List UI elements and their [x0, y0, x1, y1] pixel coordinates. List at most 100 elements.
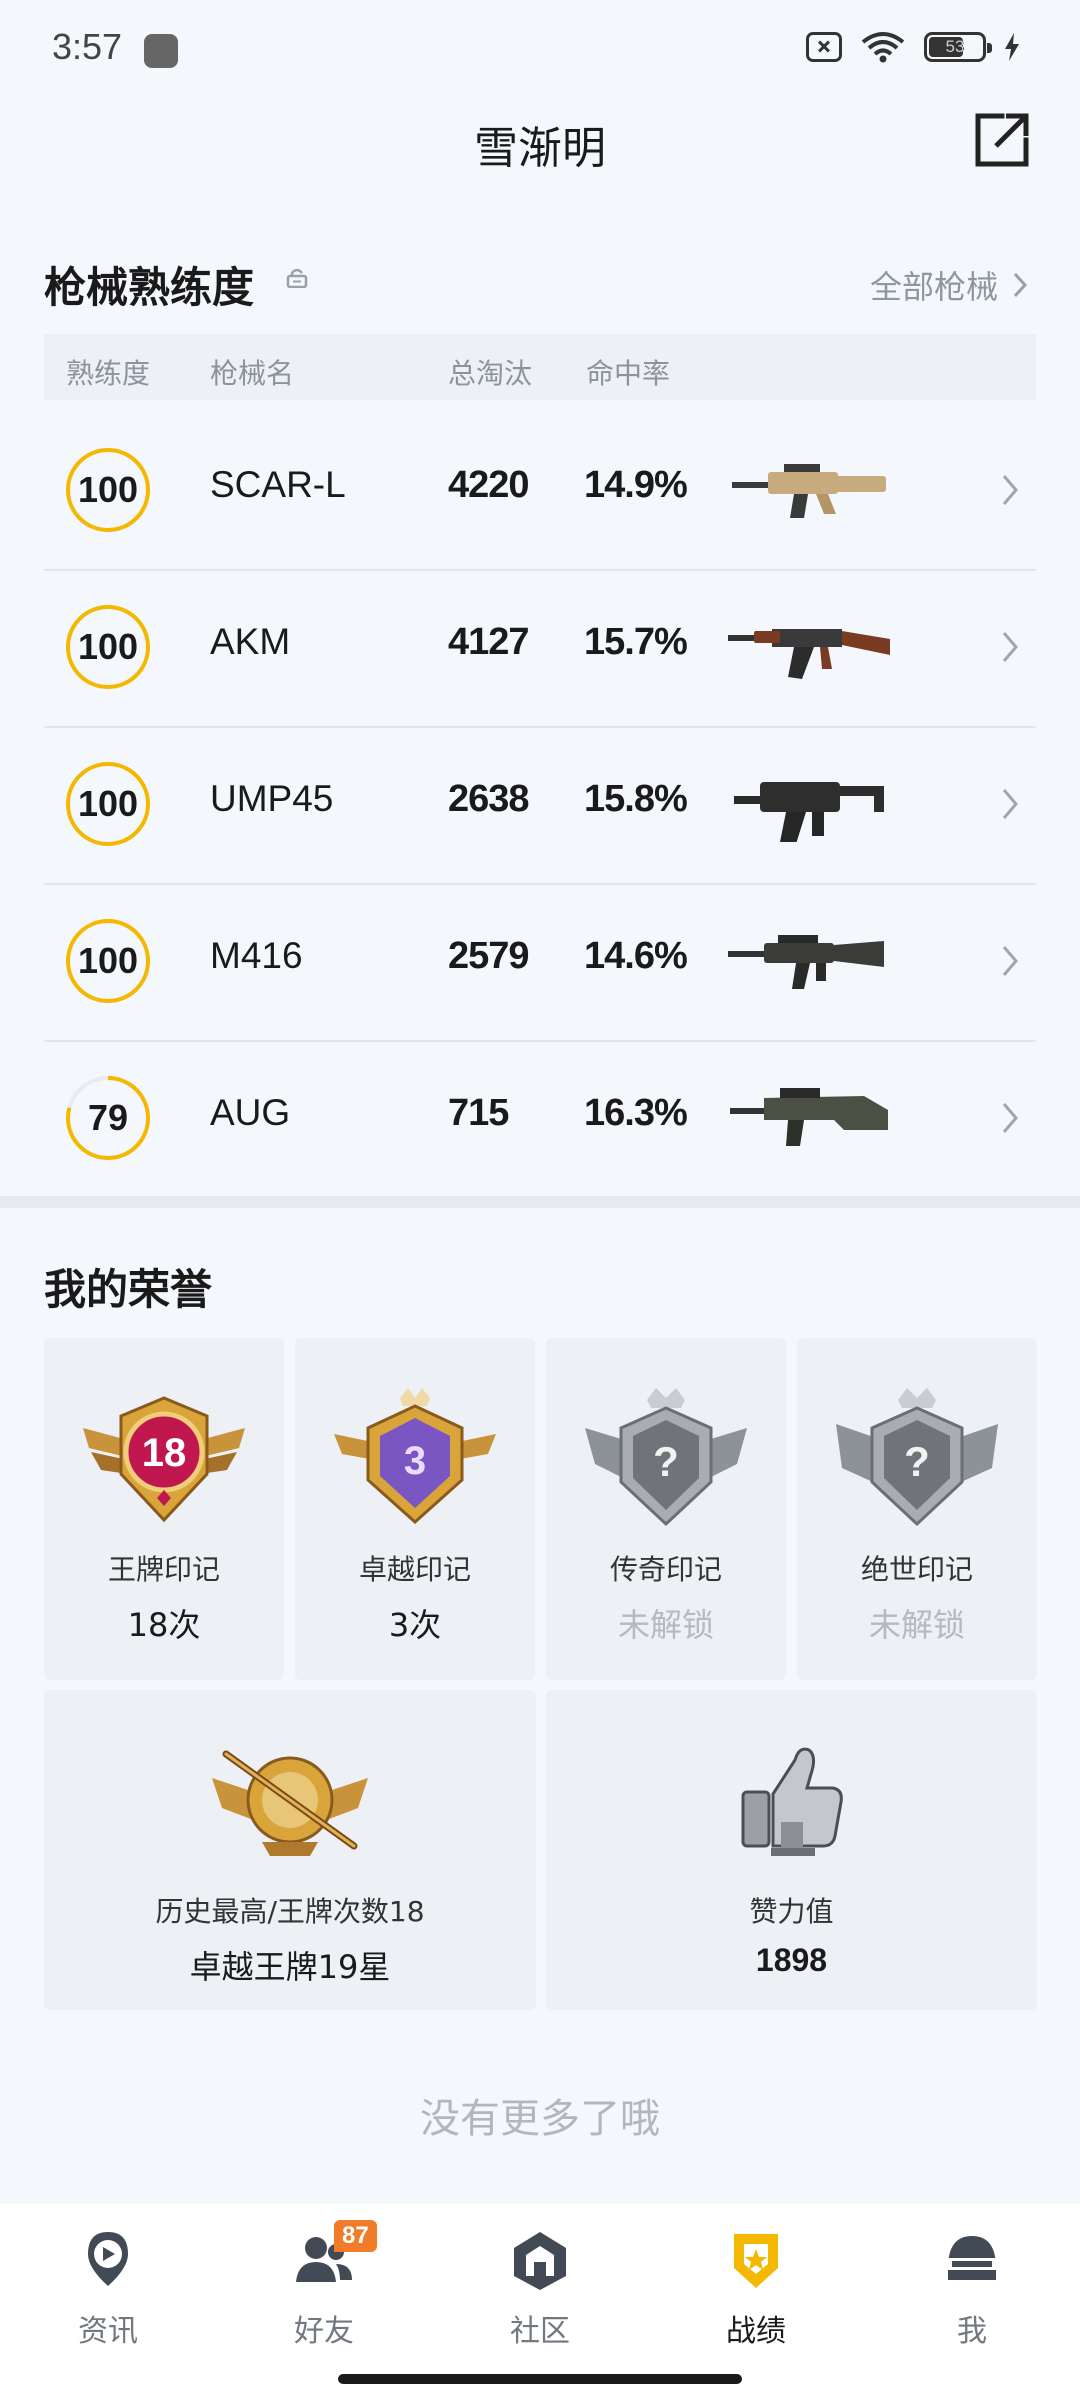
mark-label: 卓越印记	[358, 1553, 471, 1586]
mark-card-peerless[interactable]: ? 绝世印记 未解锁	[797, 1338, 1037, 1680]
mark-value: 3次	[388, 1606, 442, 1644]
hit-rate: 15.8%	[584, 778, 688, 820]
mark-label: 绝世印记	[860, 1553, 973, 1586]
weapon-name: AUG	[210, 1092, 291, 1133]
battery-icon: 53	[924, 32, 992, 62]
weapon-row[interactable]: 79 AUG 715 16.3%	[44, 1040, 1036, 1199]
total-eliminations: 2579	[448, 935, 530, 977]
chevron-right-icon	[1002, 789, 1018, 819]
weapon-row[interactable]: 100 AKM 4127 15.7%	[44, 569, 1036, 728]
mark-label: 王牌印记	[107, 1553, 220, 1586]
chevron-right-icon	[1002, 632, 1018, 662]
weapon-name: AKM	[210, 621, 291, 662]
ace-rank-badge	[212, 1750, 368, 1856]
no-sim-icon	[806, 32, 842, 62]
nav-community[interactable]: 社区	[480, 2228, 600, 2350]
history-highest-card[interactable]: 历史最高/王牌次数18 卓越王牌19星	[44, 1690, 536, 2010]
news-icon	[88, 2232, 128, 2286]
hit-rate: 14.9%	[584, 464, 688, 506]
col-eliminations: 总淘汰	[448, 357, 533, 390]
legend-badge-symbol: ?	[653, 1438, 679, 1485]
helmet-icon	[948, 2236, 996, 2280]
status-icons: 53	[806, 30, 1020, 64]
likes-card[interactable]: 赞力值 1898	[546, 1690, 1037, 2010]
chevron-right-icon	[1002, 946, 1018, 976]
section-divider	[0, 1196, 1080, 1208]
all-weapons-link[interactable]: 全部枪械	[870, 262, 1028, 308]
mastery-title: 枪械熟练度	[44, 263, 255, 312]
bottom-nav: 资讯 87 好友 社区 战绩 我	[0, 2204, 1080, 2400]
chevron-right-icon	[1002, 1103, 1018, 1133]
weapon-image	[728, 935, 884, 989]
hit-rate: 16.3%	[584, 1092, 688, 1134]
weapon-image	[728, 629, 890, 679]
chevron-right-icon	[1013, 272, 1028, 298]
status-time: 3:57	[52, 26, 123, 67]
friends-count-badge: 87	[334, 2220, 377, 2252]
nav-label: 资讯	[78, 2314, 138, 2349]
all-weapons-label: 全部枪械	[869, 268, 998, 306]
weapon-image	[730, 1088, 888, 1146]
mark-value: 未解锁	[868, 1606, 965, 1644]
col-mastery: 熟练度	[66, 357, 151, 390]
home-indicator[interactable]	[338, 2374, 742, 2384]
weapon-image	[732, 464, 886, 518]
total-eliminations: 715	[448, 1092, 509, 1134]
charging-icon	[1005, 33, 1019, 61]
stats-trophy-icon	[734, 2234, 778, 2288]
history-value: 卓越王牌19星	[189, 1948, 391, 1986]
total-eliminations: 4220	[448, 464, 530, 506]
lock-icon[interactable]	[286, 268, 308, 288]
excellence-mark-badge: 3	[334, 1388, 496, 1525]
thumbs-up-icon	[741, 1747, 843, 1856]
table-header	[44, 334, 1036, 400]
nav-label: 战绩	[726, 2314, 786, 2349]
weapon-name: UMP45	[210, 778, 334, 819]
weapon-name: SCAR-L	[210, 464, 346, 505]
excellence-badge-number: 3	[404, 1439, 426, 1483]
weapon-row[interactable]: 100 M416 2579 14.6%	[44, 883, 1036, 1042]
ace-badge-number: 18	[142, 1431, 187, 1475]
mark-value: 18次	[127, 1606, 201, 1644]
hit-rate: 14.6%	[584, 935, 688, 977]
mastery-level: 100	[77, 626, 139, 667]
mark-card-ace[interactable]: 18 王牌印记 18次	[44, 1338, 284, 1680]
peerless-badge-symbol: ?	[904, 1438, 930, 1485]
mark-card-legend[interactable]: ? 传奇印记 未解锁	[546, 1338, 786, 1680]
legend-mark-badge: ?	[585, 1388, 747, 1527]
ace-mark-badge: 18	[83, 1396, 245, 1523]
notification-icon	[144, 34, 178, 68]
wifi-icon	[861, 32, 905, 63]
nav-news[interactable]: 资讯	[48, 2228, 168, 2350]
nav-friends[interactable]: 87 好友	[264, 2220, 384, 2350]
mark-value: 未解锁	[617, 1606, 714, 1644]
community-icon	[514, 2232, 566, 2290]
page-title: 雪渐明	[474, 123, 606, 174]
end-of-list-text: 没有更多了哦	[420, 2096, 660, 2142]
mastery-level: 100	[77, 940, 139, 981]
weapon-name: M416	[210, 935, 303, 976]
hit-rate: 15.7%	[584, 621, 688, 663]
total-eliminations: 4127	[448, 621, 530, 663]
mastery-level: 100	[77, 469, 139, 510]
total-eliminations: 2638	[448, 778, 530, 820]
nav-me[interactable]: 我	[912, 2228, 1032, 2350]
honors-title: 我的荣誉	[44, 1265, 213, 1314]
mastery-level: 79	[87, 1097, 129, 1138]
nav-label: 好友	[294, 2314, 354, 2349]
share-button[interactable]	[972, 110, 1032, 170]
mark-card-excellence[interactable]: 3 卓越印记 3次	[295, 1338, 535, 1680]
likes-label: 赞力值	[749, 1895, 834, 1928]
history-label: 历史最高/王牌次数18	[155, 1895, 425, 1928]
nav-label: 我	[957, 2314, 987, 2349]
mark-label: 传奇印记	[609, 1553, 722, 1586]
nav-label: 社区	[510, 2314, 570, 2349]
mastery-level: 100	[77, 783, 139, 824]
nav-stats[interactable]: 战绩	[696, 2228, 816, 2350]
weapon-row[interactable]: 100 UMP45 2638 15.8%	[44, 726, 1036, 885]
weapon-row[interactable]: 100 SCAR-L 4220 14.9%	[44, 412, 1036, 571]
battery-level: 53	[945, 37, 965, 56]
likes-value: 1898	[755, 1942, 828, 1978]
weapon-image	[734, 782, 884, 842]
chevron-right-icon	[1002, 475, 1018, 505]
